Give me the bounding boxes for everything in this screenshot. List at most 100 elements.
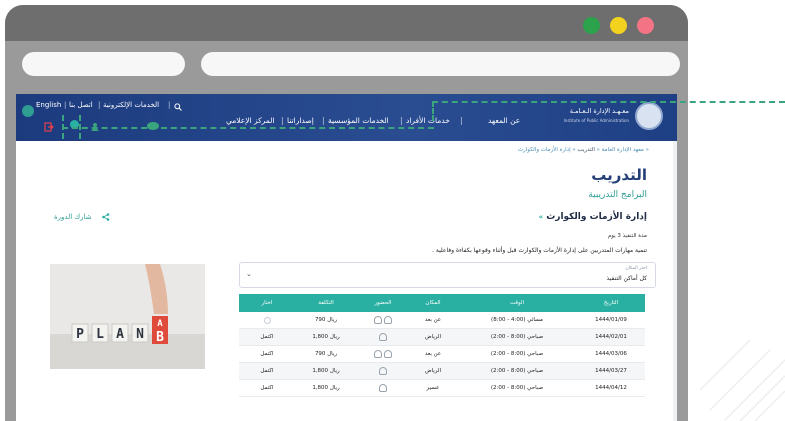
background-decoration xyxy=(699,339,785,421)
web-page: English | اتصل بنا | الخدمات الإلكترونية… xyxy=(16,94,677,421)
nav-about[interactable]: عن المعهد xyxy=(488,116,520,125)
person-icon xyxy=(384,350,392,358)
cell-status: اكتمل xyxy=(260,385,274,391)
course-description: تنمية مهارات المتدربين على إدارة الأزمات… xyxy=(432,247,647,254)
cell-attendance xyxy=(357,346,409,362)
cell-date: 1444/03/27 xyxy=(595,368,627,374)
cell-status: اكتمل xyxy=(260,334,274,340)
cell-time: صباحي (8:00 - 2:00) xyxy=(490,334,544,340)
nav-publications[interactable]: إصداراتنا xyxy=(287,116,314,125)
cell-cost: 790 ريال xyxy=(314,351,338,357)
cell-date: 1444/01/09 xyxy=(595,317,627,323)
cube-letter: P xyxy=(76,327,84,342)
breadcrumb-home[interactable]: معهد الإدارة العامة xyxy=(602,147,644,153)
section-title: البرامج التدريبية xyxy=(588,190,647,200)
main-nav: عن المعهد | خدمات الأفراد | الخدمات المؤ… xyxy=(16,116,677,132)
share-course-link[interactable]: شارك الدورة xyxy=(54,213,110,221)
annotation-dashed-line xyxy=(79,115,81,139)
table-row[interactable]: 1444/01/09 مسائي (4:00 - 8:00) عن بعد 79… xyxy=(239,312,645,329)
course-title: إدارة الأزمات والكوارث » xyxy=(539,212,647,222)
browser-titlebar xyxy=(5,5,688,41)
breadcrumb-separator-icon: « xyxy=(572,147,576,153)
separator: | xyxy=(322,116,325,125)
chevron-down-icon: ⌄ xyxy=(246,270,252,278)
cell-attendance xyxy=(357,329,409,345)
select-label: اختر المكان xyxy=(625,266,647,271)
page-title: التدريب xyxy=(591,166,647,184)
person-icon xyxy=(379,384,387,392)
nav-media-center[interactable]: المركز الإعلامي xyxy=(226,116,275,125)
annotation-dashed-line xyxy=(62,115,64,139)
table-header: التاريخ الوقت المكان الحضور التكلفة اختا… xyxy=(239,294,645,312)
cell-cost: 1,800 ريال xyxy=(312,368,340,374)
select-radio[interactable] xyxy=(263,316,271,324)
window-maximize-dot[interactable] xyxy=(583,17,600,34)
cell-place: الرياض xyxy=(424,334,442,340)
search-icon[interactable] xyxy=(174,103,182,111)
separator: | xyxy=(64,101,67,109)
cell-place: عن بعد xyxy=(424,317,442,323)
separator: | xyxy=(98,101,101,109)
column-header-place: المكان xyxy=(425,300,441,306)
breadcrumb-separator-icon: « xyxy=(596,147,600,153)
cube-letter: L xyxy=(96,327,104,342)
select-value: كل أماكن التنفيذ xyxy=(606,275,647,282)
browser-address-bar[interactable] xyxy=(201,52,680,76)
person-icon xyxy=(384,316,392,324)
cube-letter: N xyxy=(136,327,144,342)
location-select[interactable]: اختر المكان كل أماكن التنفيذ ⌄ xyxy=(239,262,656,288)
cell-time: صباحي (8:00 - 2:00) xyxy=(490,385,544,391)
nav-individual-services[interactable]: خدمات الأفراد xyxy=(406,116,450,125)
cell-date: 1444/02/01 xyxy=(595,334,627,340)
column-header-date: التاريخ xyxy=(603,300,619,306)
cell-date: 1444/03/06 xyxy=(595,351,627,357)
table-row[interactable]: 1444/03/06 صباحي (8:00 - 2:00) عن بعد 79… xyxy=(239,346,645,363)
column-header-cost: التكلفة xyxy=(318,300,334,306)
separator: | xyxy=(168,101,171,109)
logo-text-arabic: معـهـد الإدارة الـعـامـة xyxy=(569,107,629,115)
cube-letter: A xyxy=(157,319,163,329)
separator: | xyxy=(281,116,284,125)
table-row[interactable]: 1444/02/01 صباحي (8:00 - 2:00) الرياض 1,… xyxy=(239,329,645,346)
contact-link[interactable]: اتصل بنا xyxy=(69,101,93,109)
person-icon xyxy=(379,333,387,341)
column-header-attendance: الحضور xyxy=(374,300,392,306)
course-duration: مدة التنفيذ 3 يوم xyxy=(607,233,647,239)
separator: | xyxy=(400,116,403,125)
cell-date: 1444/04/12 xyxy=(595,385,627,391)
column-header-choose: اختار xyxy=(261,300,273,306)
share-label: شارك الدورة xyxy=(54,213,92,221)
cell-status: اكتمل xyxy=(260,368,274,374)
cell-time: صباحي (8:00 - 2:00) xyxy=(490,368,544,374)
cell-place: عن بعد xyxy=(424,351,442,357)
nav-corporate-services[interactable]: الخدمات المؤسسية xyxy=(328,116,389,125)
annotation-dashed-line xyxy=(432,101,785,103)
page-scrollbar[interactable] xyxy=(673,141,677,421)
cell-cost: 1,800 ريال xyxy=(312,385,340,391)
breadcrumb-current: إدارة الأزمات والكوارث xyxy=(517,147,571,153)
schedule-table: التاريخ الوقت المكان الحضور التكلفة اختا… xyxy=(239,294,645,397)
table-row[interactable]: 1444/04/12 صباحي (8:00 - 2:00) عسير 1,80… xyxy=(239,380,645,397)
browser-window: English | اتصل بنا | الخدمات الإلكترونية… xyxy=(5,5,688,421)
window-minimize-dot[interactable] xyxy=(610,17,627,34)
course-title-text: إدارة الأزمات والكوارث xyxy=(546,212,647,222)
window-close-dot[interactable] xyxy=(637,17,654,34)
plan-b-image: P L A N A B xyxy=(50,264,205,369)
table-row[interactable]: 1444/03/27 صباحي (8:00 - 2:00) الرياض 1,… xyxy=(239,363,645,380)
cell-status: اكتمل xyxy=(260,351,274,357)
chevron-icon: » xyxy=(538,213,544,221)
cell-attendance xyxy=(357,312,409,328)
breadcrumb-training[interactable]: التدريب xyxy=(578,147,595,153)
cell-cost: 790 ريال xyxy=(314,317,338,323)
cell-place: الرياض xyxy=(424,368,442,374)
annotation-dashed-line xyxy=(62,127,434,129)
language-link[interactable]: English xyxy=(36,101,61,109)
cube-letter: A xyxy=(116,327,124,342)
cell-choose xyxy=(239,312,295,328)
separator: | xyxy=(460,116,463,125)
eservices-link[interactable]: الخدمات الإلكترونية xyxy=(103,101,159,109)
browser-tab-bar[interactable] xyxy=(22,52,185,76)
person-icon xyxy=(374,316,382,324)
annotation-dashed-line xyxy=(432,101,434,121)
breadcrumb-separator-icon: « xyxy=(645,147,649,153)
